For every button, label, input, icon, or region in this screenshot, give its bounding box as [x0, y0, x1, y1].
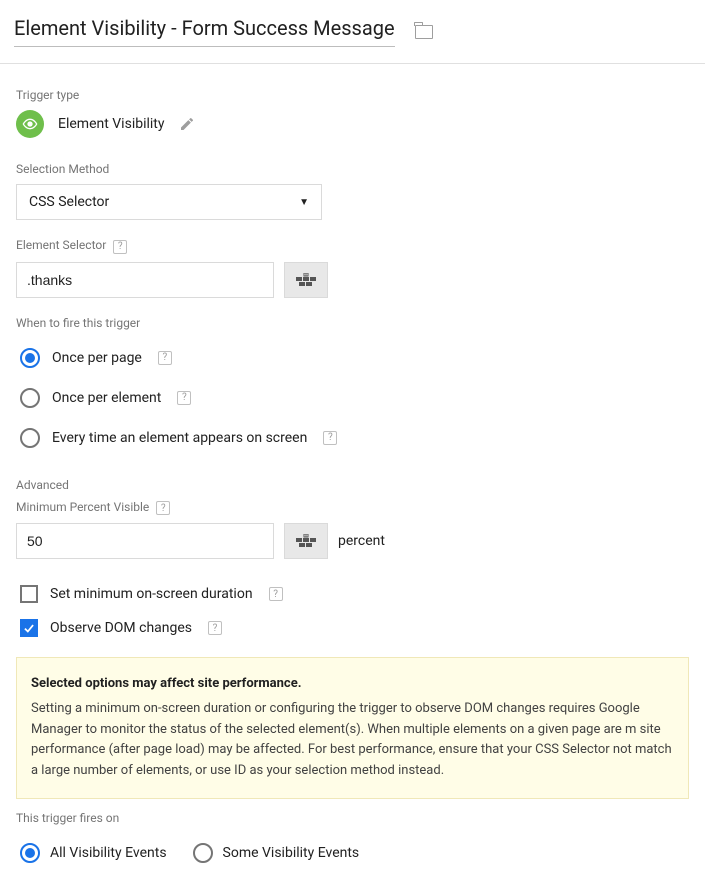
warning-title: Selected options may affect site perform… — [31, 674, 674, 695]
checkbox-min-duration[interactable]: Set minimum on-screen duration ? — [16, 577, 689, 611]
radio-label: Every time an element appears on screen — [52, 430, 307, 446]
radio-button[interactable] — [193, 843, 213, 863]
content-area: Trigger type Element Visibility Selectio… — [0, 64, 705, 885]
radio-label: Some Visibility Events — [223, 845, 360, 861]
radio-some-events[interactable]: Some Visibility Events — [193, 843, 360, 863]
page-title[interactable]: Element Visibility - Form Success Messag… — [14, 16, 395, 47]
radio-all-events[interactable]: All Visibility Events — [20, 843, 167, 863]
help-icon[interactable]: ? — [177, 391, 191, 405]
fires-on-group: All Visibility Events Some Visibility Ev… — [16, 833, 689, 873]
element-selector-label: Element Selector ? — [16, 238, 689, 254]
min-percent-input[interactable] — [16, 523, 274, 559]
checkbox[interactable] — [20, 619, 38, 637]
when-to-fire-group: Once per page ? Once per element ? Every… — [16, 338, 689, 458]
radio-label: Once per element — [52, 390, 161, 406]
radio-button[interactable] — [20, 348, 40, 368]
help-icon[interactable]: ? — [113, 240, 127, 254]
trigger-type-row: Element Visibility — [16, 110, 689, 138]
warning-body: Setting a minimum on-screen duration or … — [31, 699, 674, 782]
radio-once-per-page[interactable]: Once per page ? — [16, 338, 689, 378]
radio-button[interactable] — [20, 843, 40, 863]
help-icon[interactable]: ? — [323, 431, 337, 445]
page-header: Element Visibility - Form Success Messag… — [0, 0, 705, 64]
radio-every-time[interactable]: Every time an element appears on screen … — [16, 418, 689, 458]
element-selector-row — [16, 262, 689, 298]
radio-button[interactable] — [20, 428, 40, 448]
element-selector-input[interactable] — [16, 262, 274, 298]
visibility-icon — [16, 110, 44, 138]
checkbox-observe-dom[interactable]: Observe DOM changes ? — [16, 611, 689, 645]
fires-on-label: This trigger fires on — [16, 811, 689, 825]
radio-label: Once per page — [52, 350, 142, 366]
radio-button[interactable] — [20, 388, 40, 408]
edit-icon[interactable] — [179, 116, 195, 132]
trigger-type-label: Trigger type — [16, 88, 689, 102]
help-icon[interactable]: ? — [208, 621, 222, 635]
variable-picker-button[interactable] — [284, 523, 328, 559]
advanced-label: Advanced — [16, 478, 689, 492]
radio-once-per-element[interactable]: Once per element ? — [16, 378, 689, 418]
variable-picker-button[interactable] — [284, 262, 328, 298]
selection-method-label: Selection Method — [16, 162, 689, 176]
checkbox-label: Set minimum on-screen duration — [50, 586, 253, 602]
when-to-fire-label: When to fire this trigger — [16, 316, 689, 330]
unit-label: percent — [338, 533, 385, 549]
performance-warning: Selected options may affect site perform… — [16, 657, 689, 799]
selection-method-value: CSS Selector — [29, 194, 109, 210]
min-percent-label: Minimum Percent Visible ? — [16, 500, 689, 516]
trigger-type-name: Element Visibility — [58, 116, 165, 132]
min-percent-row: percent — [16, 523, 689, 559]
help-icon[interactable]: ? — [156, 501, 170, 515]
folder-icon[interactable] — [415, 25, 433, 39]
radio-label: All Visibility Events — [50, 845, 167, 861]
help-icon[interactable]: ? — [158, 351, 172, 365]
help-icon[interactable]: ? — [269, 587, 283, 601]
checkbox[interactable] — [20, 585, 38, 603]
selection-method-select[interactable]: CSS Selector — [16, 184, 322, 220]
checkbox-label: Observe DOM changes — [50, 620, 192, 636]
